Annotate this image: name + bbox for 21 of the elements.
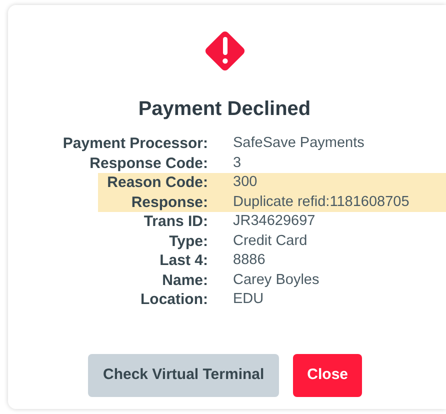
detail-value: 3: [233, 154, 242, 173]
close-button[interactable]: Close: [293, 354, 362, 396]
detail-label: Payment Processor:: [62, 134, 208, 154]
dialog-title: Payment Declined: [138, 97, 311, 122]
detail-value: Duplicate refid:1181608705: [233, 192, 410, 212]
detail-value: 8886: [233, 251, 266, 270]
detail-label: Last 4:: [158, 251, 208, 270]
check-terminal-button[interactable]: Check Virtual Terminal: [88, 354, 280, 396]
detail-label: Trans ID:: [142, 212, 208, 232]
detail-value: Carey Boyles: [233, 270, 320, 290]
detail-label: Response:: [130, 192, 208, 212]
detail-value: JR34629697: [233, 212, 316, 232]
detail-value: Credit Card: [233, 232, 308, 251]
detail-label: Reason Code:: [106, 173, 208, 192]
detail-value: SafeSave Payments: [233, 134, 364, 154]
detail-value: EDU: [233, 290, 264, 310]
detail-label: Type:: [168, 232, 208, 251]
detail-label: Response Code:: [88, 154, 208, 173]
detail-label: Location:: [140, 290, 208, 310]
detail-value: 300: [233, 173, 258, 192]
detail-label: Name:: [161, 270, 208, 290]
